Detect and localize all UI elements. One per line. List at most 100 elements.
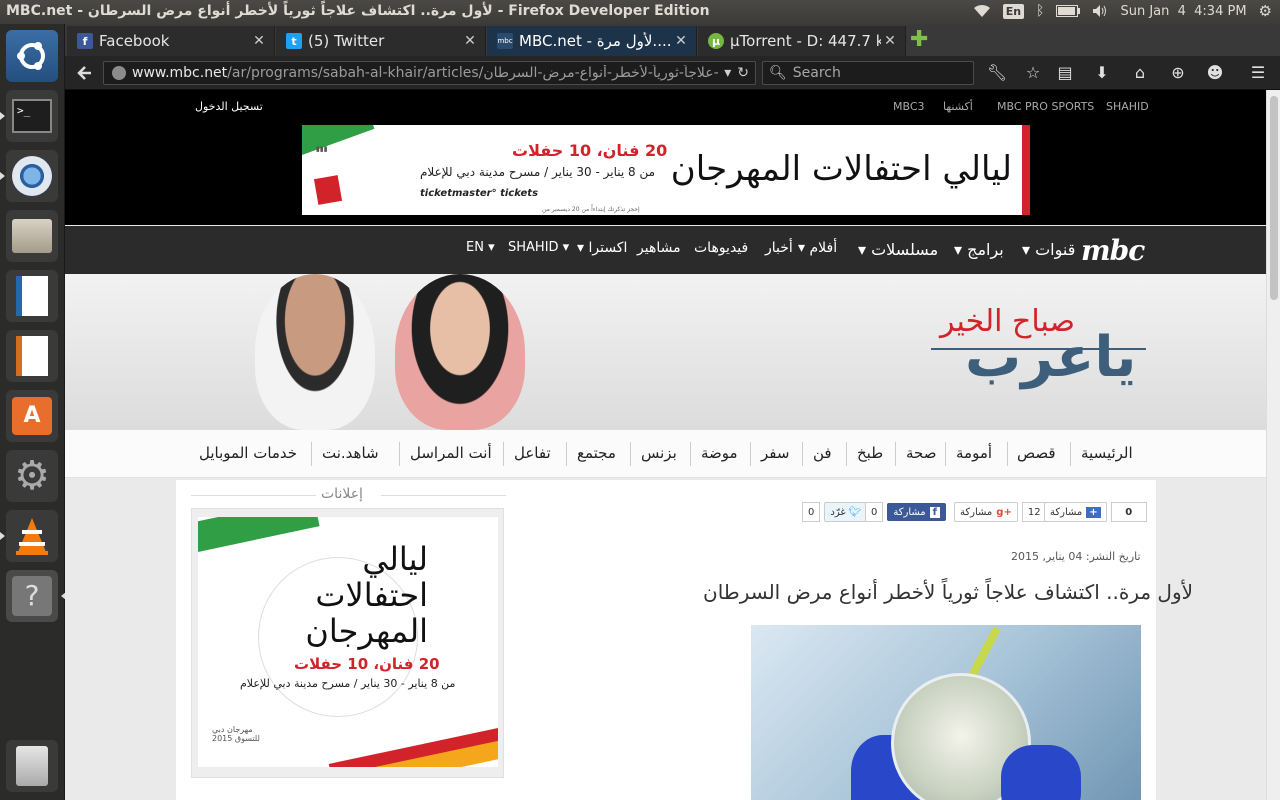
program-title-line2: ياعرب — [965, 325, 1137, 390]
nav-shahid[interactable]: SHAHID ▾ — [508, 240, 569, 255]
subnav-business[interactable]: بزنس — [641, 444, 677, 462]
nav-channels[interactable]: قنوات ▾ — [1022, 240, 1075, 259]
subnav-divider — [945, 442, 946, 466]
nav-extra[interactable]: اكسترا ▾ — [577, 240, 627, 256]
browser-nav-bar: www.mbc.net /ar/programs/sabah-al-khair/… — [65, 56, 1280, 90]
nav-news[interactable]: أخبار — [765, 240, 793, 256]
tab-twitter[interactable]: t (5) Twitter ✕ — [276, 26, 486, 56]
program-sub-navigation: الرئيسية قصص أمومة صحة طبخ فن سفر موضة ب… — [65, 430, 1266, 478]
nav-programs[interactable]: برامج ▾ — [954, 240, 1004, 259]
login-link[interactable]: تسجيل الدخول — [195, 100, 263, 113]
ads-divider-right — [381, 495, 506, 496]
chat-icon[interactable]: ☻ — [1204, 62, 1226, 84]
scrollbar-thumb[interactable] — [1270, 96, 1278, 300]
share-button[interactable]: مشاركة + — [1044, 502, 1107, 522]
url-path: /ar/programs/sabah-al-khair/articles/لأو… — [227, 65, 719, 81]
bookmark-star-icon[interactable]: ☆ — [1022, 62, 1044, 84]
twitter-bird-icon: 🐦︎ — [848, 506, 862, 518]
festival-logo-icon: ▮▮▮ — [316, 145, 328, 153]
subnav-fashion[interactable]: موضة — [701, 444, 738, 462]
banner-ticket-partners: ticketmaster° tickets — [420, 188, 539, 199]
system-settings-icon[interactable]: ⚙ — [6, 450, 58, 502]
close-tab-icon[interactable]: ✕ — [461, 33, 479, 49]
article-image-petri-dish[interactable] — [751, 625, 1141, 800]
top-link-mbc3[interactable]: MBC3 — [893, 100, 925, 113]
nav-videos[interactable]: فيديوهات — [694, 240, 748, 256]
nav-celebrities[interactable]: مشاهير — [637, 240, 681, 256]
nav-movies[interactable]: أفلام ▾ — [798, 240, 837, 256]
clock[interactable]: Sun Jan 4 4:34 PM — [1120, 4, 1246, 19]
back-button[interactable] — [75, 63, 95, 83]
software-center-icon[interactable]: A — [6, 390, 58, 442]
sidebar-ad-dates: من 8 يناير - 30 يناير / مسرح مدينة دبي ل… — [240, 677, 456, 690]
wifi-icon[interactable] — [973, 4, 991, 18]
subnav-cooking[interactable]: طبخ — [857, 444, 883, 462]
subnav-home[interactable]: الرئيسية — [1081, 444, 1133, 462]
subnav-stories[interactable]: قصص — [1017, 444, 1056, 462]
subnav-divider — [846, 442, 847, 466]
banner-dates: من 8 يناير - 30 يناير / مسرح مدينة دبي ل… — [420, 165, 656, 179]
keyboard-layout-indicator[interactable]: En — [1002, 3, 1025, 19]
home-icon[interactable]: ⌂ — [1129, 62, 1151, 84]
top-link-mbc-pro-sports[interactable]: MBC PRO SPORTS — [997, 100, 1094, 113]
system-tray: En ᛒ Sun Jan 4 4:34 PM ⚙ — [973, 2, 1272, 20]
googleplus-share-button[interactable]: مشاركة g+ — [954, 502, 1018, 522]
downloads-icon[interactable]: ⬇ — [1091, 62, 1113, 84]
search-input[interactable]: 🔍︎ Search — [762, 61, 974, 85]
reload-icon[interactable]: ↻ — [737, 65, 749, 81]
subnav-you-reporter[interactable]: أنت المراسل — [410, 444, 492, 462]
nav-english[interactable]: EN ▾ — [466, 240, 495, 255]
facebook-icon: f — [77, 33, 93, 49]
banner-green-stripe — [302, 125, 375, 160]
libreoffice-impress-icon[interactable] — [6, 330, 58, 382]
url-host: www.mbc.net — [132, 65, 228, 81]
top-link-action[interactable]: أكشنها — [943, 100, 973, 113]
googleplus-share-label: مشاركة — [960, 506, 993, 518]
unity-launcher: >_ A ⚙ ? — [0, 24, 66, 800]
twitter-count: 0 — [802, 502, 821, 522]
new-tab-button[interactable]: ✚ — [910, 29, 928, 51]
battery-icon[interactable] — [1056, 5, 1081, 17]
tab-utorrent[interactable]: µ µTorrent - D: 447.7 k... ✕ — [698, 26, 906, 56]
url-dropdown-icon[interactable]: ▾ — [724, 65, 731, 81]
close-tab-icon[interactable]: ✕ — [881, 33, 899, 49]
mbc-logo[interactable]: mbc — [1081, 234, 1145, 267]
sidebar-ad[interactable]: ليالي احتفالات المهرجان 20 فنان، 10 حفلا… — [191, 508, 504, 778]
subnav-motherhood[interactable]: أمومة — [956, 444, 992, 462]
developer-tools-wrench-icon[interactable]: 🔧︎ — [986, 62, 1008, 84]
social-api-icon[interactable]: ⊕ — [1167, 62, 1189, 84]
mbc-icon: mbc — [497, 33, 513, 49]
subnav-art[interactable]: فن — [813, 444, 832, 462]
facebook-share-button[interactable]: مشاركة f — [887, 503, 947, 521]
hamburger-menu-icon[interactable]: ☰ — [1247, 62, 1269, 84]
top-banner-ad[interactable]: ليالي احتفالات المهرجان 20 فنان، 10 حفلا… — [302, 125, 1030, 215]
close-tab-icon[interactable]: ✕ — [672, 33, 690, 49]
file-manager-icon[interactable] — [6, 210, 58, 262]
top-link-shahid[interactable]: SHAHID — [1106, 100, 1149, 113]
page-scrollbar[interactable] — [1266, 90, 1280, 800]
url-bar[interactable]: www.mbc.net /ar/programs/sabah-al-khair/… — [103, 61, 756, 85]
subnav-shahid-net[interactable]: شاهد.نت — [322, 444, 379, 462]
subnav-interaction[interactable]: تفاعل — [514, 444, 551, 462]
chromium-icon[interactable] — [0, 150, 58, 202]
help-icon[interactable]: ? — [6, 570, 66, 622]
reading-list-icon[interactable]: ▤ — [1054, 62, 1076, 84]
trash-icon[interactable] — [6, 740, 58, 792]
settings-gear-icon[interactable]: ⚙ — [1259, 2, 1272, 20]
subnav-divider — [566, 442, 567, 466]
libreoffice-writer-icon[interactable] — [6, 270, 58, 322]
ubuntu-dash-icon[interactable] — [6, 30, 58, 82]
volume-icon[interactable] — [1092, 4, 1108, 18]
bluetooth-icon[interactable]: ᛒ — [1036, 3, 1044, 19]
tab-mbc[interactable]: mbc MBC.net - لأول مرة..... ✕ — [487, 26, 697, 56]
nav-series[interactable]: مسلسلات ▾ — [858, 240, 938, 259]
tab-facebook[interactable]: f Facebook ✕ — [67, 26, 275, 56]
subnav-health[interactable]: صحة — [906, 444, 936, 462]
tweet-button[interactable]: غرّد 🐦︎ — [824, 502, 868, 522]
terminal-icon[interactable]: >_ — [0, 90, 58, 142]
subnav-society[interactable]: مجتمع — [577, 444, 616, 462]
vlc-icon[interactable] — [0, 510, 58, 562]
subnav-mobile-services[interactable]: خدمات الموبايل — [199, 444, 297, 462]
subnav-travel[interactable]: سفر — [761, 444, 789, 462]
close-tab-icon[interactable]: ✕ — [250, 33, 268, 49]
